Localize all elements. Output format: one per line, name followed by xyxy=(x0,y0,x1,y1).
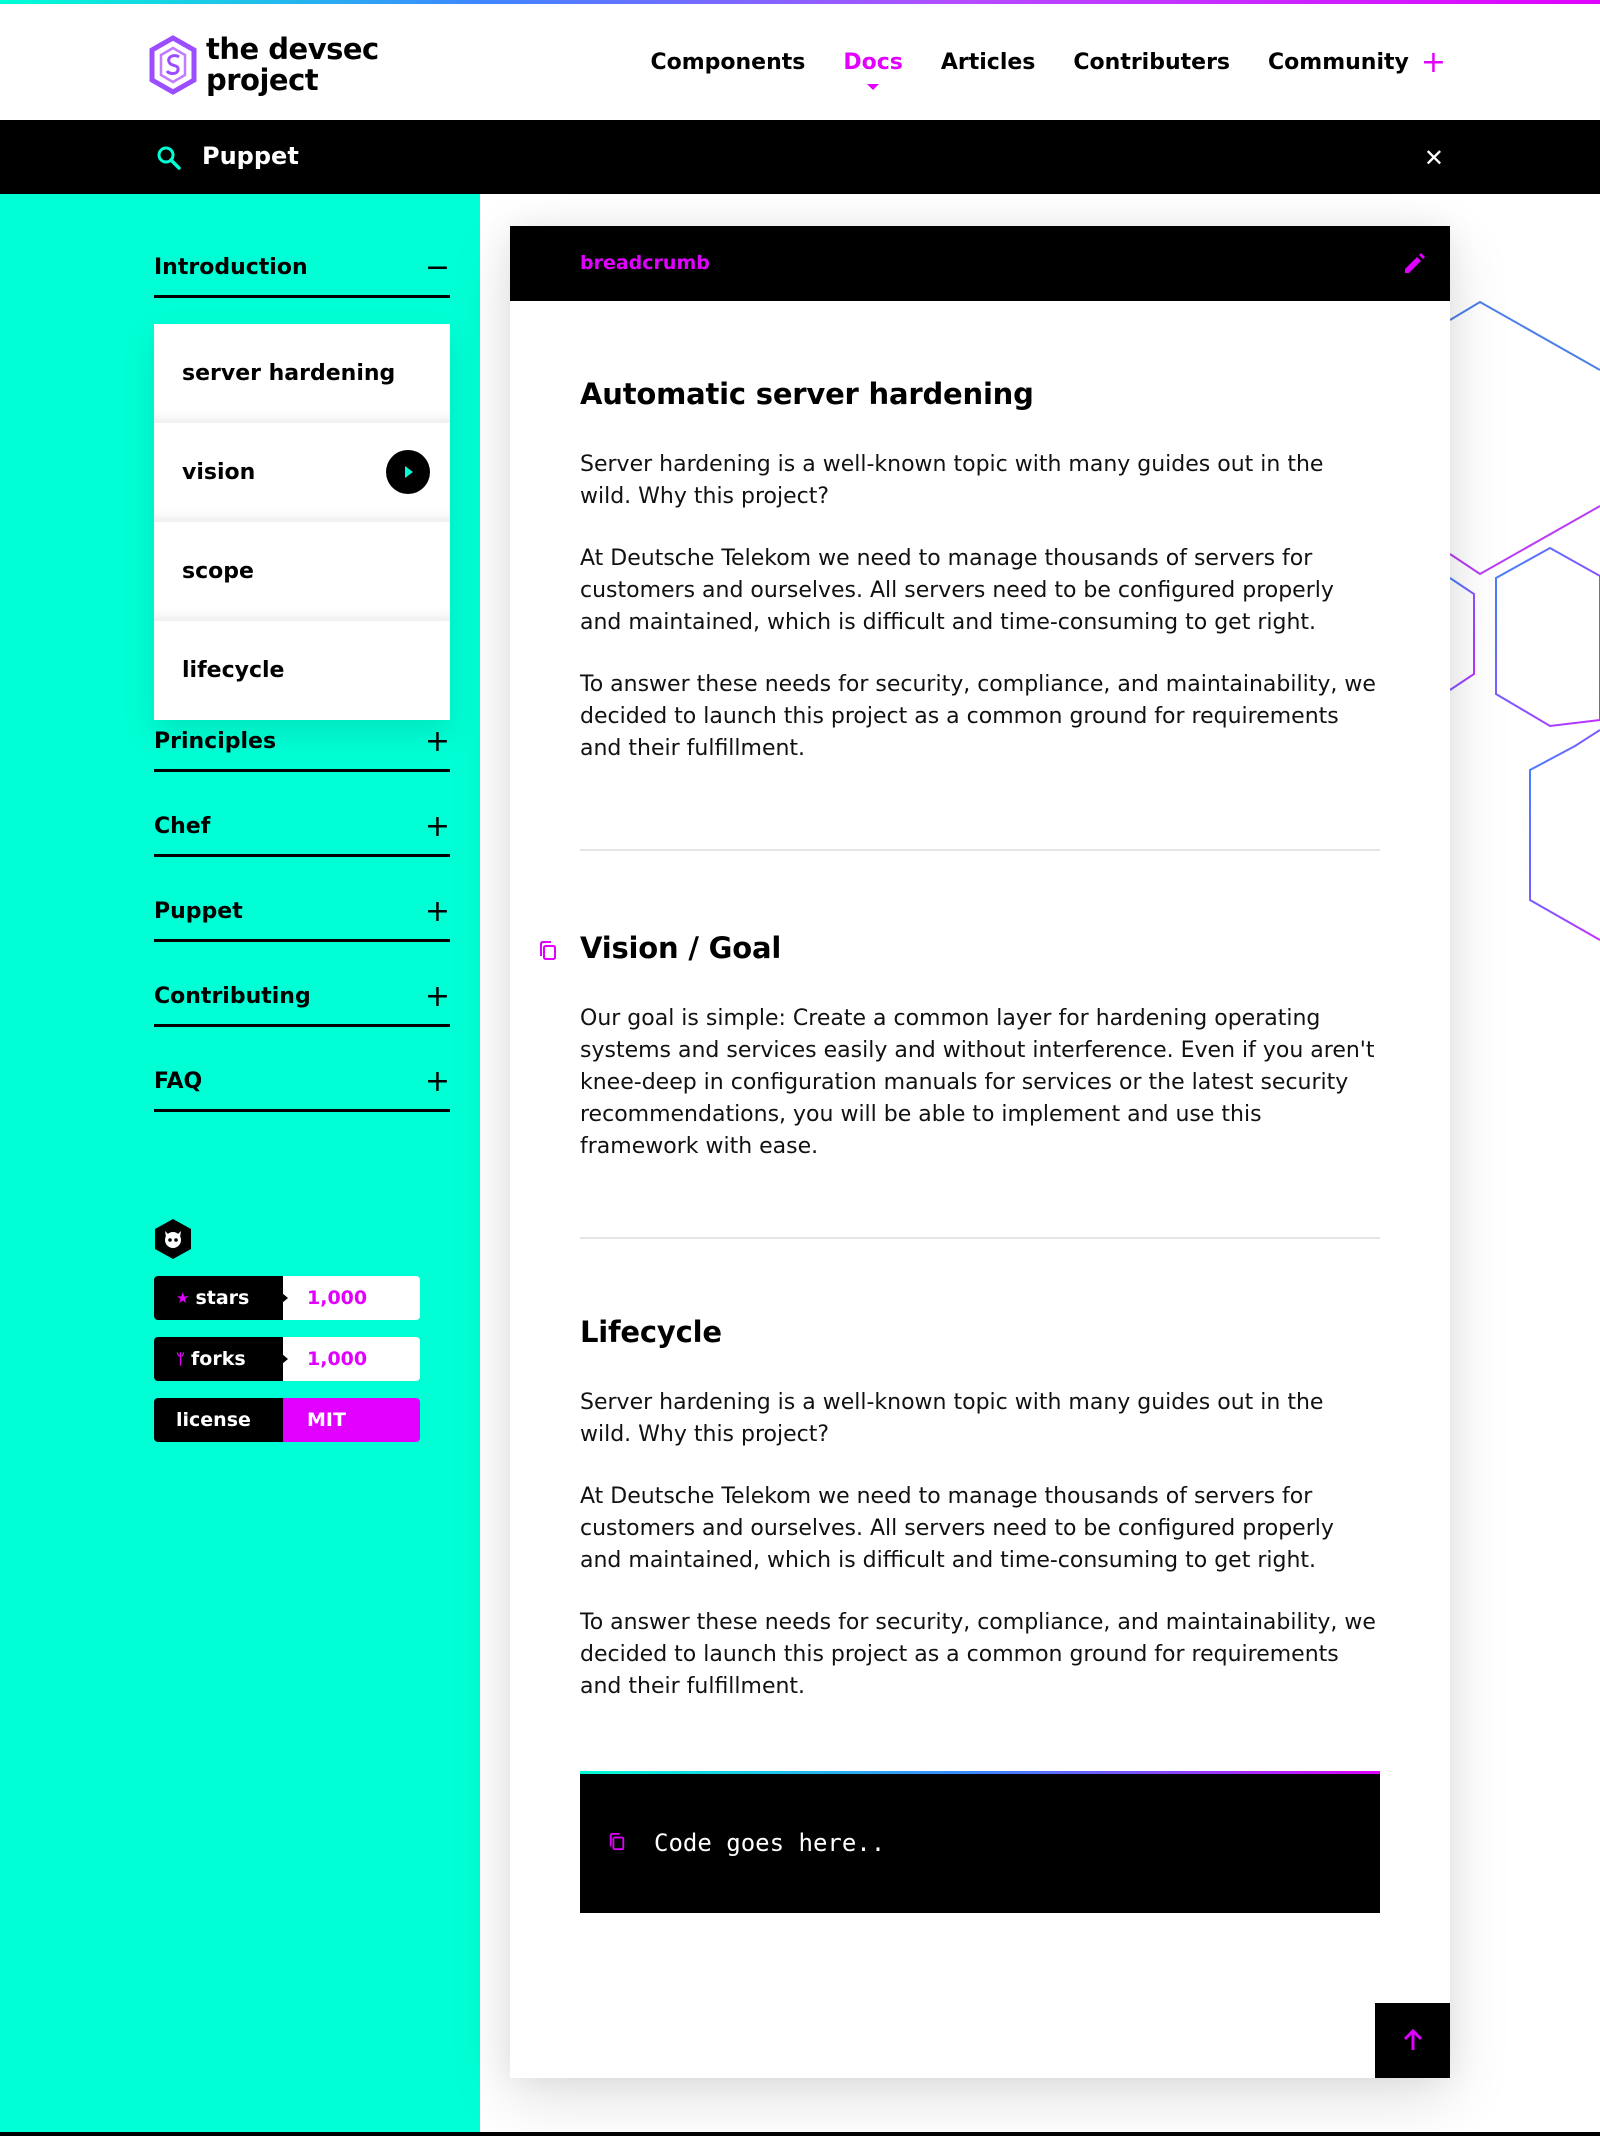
paragraph: At Deutsche Telekom we need to manage th… xyxy=(580,546,1334,635)
logo-text: the devsec project xyxy=(206,34,379,96)
license-badge[interactable]: license MIT xyxy=(154,1398,420,1442)
badge-label: license xyxy=(154,1398,283,1442)
nav-docs[interactable]: Docs xyxy=(843,50,903,90)
plus-icon: + xyxy=(424,978,450,1014)
sidebar-section-contributing[interactable]: Contributing + xyxy=(154,969,450,1027)
logo-line-2: project xyxy=(206,63,319,97)
sidebar-section-chef[interactable]: Chef + xyxy=(154,799,450,857)
subnav-label: vision xyxy=(182,459,256,485)
paragraph: At Deutsche Telekom we need to manage th… xyxy=(580,1484,1334,1573)
paragraph: Server hardening is a well-known topic w… xyxy=(580,1390,1324,1447)
subnav-label: lifecycle xyxy=(182,658,285,683)
hexagon-logo-icon xyxy=(149,35,197,95)
scroll-to-top-button[interactable] xyxy=(1375,2003,1450,2078)
section-title: Automatic server hardening xyxy=(580,377,1034,411)
breadcrumb[interactable]: breadcrumb xyxy=(580,252,710,274)
star-icon: ★ xyxy=(176,1289,190,1307)
section-automatic-server-hardening: Automatic server hardening xyxy=(580,377,1380,411)
sidebar-section-introduction[interactable]: Introduction − xyxy=(154,240,450,298)
plus-icon: + xyxy=(424,1063,450,1099)
forks-badge[interactable]: ᛘ forks 1,000 xyxy=(154,1337,420,1381)
code-block[interactable]: Code goes here.. xyxy=(580,1771,1380,1913)
plus-icon: + xyxy=(424,893,450,929)
nav-components[interactable]: Components xyxy=(650,50,805,75)
sidebar-section-faq[interactable]: FAQ + xyxy=(154,1054,450,1112)
copy-code-icon[interactable] xyxy=(608,1832,626,1852)
subnav-item-lifecycle[interactable]: lifecycle xyxy=(154,621,450,720)
badge-label-text: license xyxy=(176,1409,251,1431)
copy-link-icon[interactable] xyxy=(538,940,558,962)
close-icon[interactable]: ✕ xyxy=(1424,144,1444,172)
subnav-item-server-hardening[interactable]: server hardening xyxy=(154,324,450,423)
community-plus-icon[interactable]: + xyxy=(1421,47,1446,77)
hexagon-pattern-decoration xyxy=(1449,300,1600,941)
search-bar: Puppet ✕ xyxy=(0,120,1600,194)
section-label: FAQ xyxy=(154,1069,203,1094)
nav-community[interactable]: Community xyxy=(1268,50,1409,75)
logo-line-1: the devsec xyxy=(206,32,379,66)
sidebar-section-puppet[interactable]: Puppet + xyxy=(154,884,450,942)
github-icon[interactable] xyxy=(154,1218,192,1260)
section-label: Chef xyxy=(154,814,211,839)
docs-sidebar: Introduction − server hardening vision s… xyxy=(0,194,480,2136)
section-label: Contributing xyxy=(154,984,311,1009)
badge-value: 1,000 xyxy=(282,1337,420,1381)
minus-icon: − xyxy=(424,249,450,285)
badge-label-text: forks xyxy=(191,1348,246,1370)
paragraph: To answer these needs for security, comp… xyxy=(580,672,1376,761)
badge-label: ᛘ forks xyxy=(154,1337,283,1381)
subnav-item-scope[interactable]: scope xyxy=(154,522,450,621)
article-content: Automatic server hardening Server harden… xyxy=(510,301,1450,1913)
section-lifecycle: Lifecycle xyxy=(580,1315,1380,1349)
nav-contributers[interactable]: Contributers xyxy=(1073,50,1230,75)
subnav-label: server hardening xyxy=(182,360,396,386)
card-header: breadcrumb xyxy=(510,226,1450,301)
plus-icon: + xyxy=(424,808,450,844)
section-label: Principles xyxy=(154,729,277,754)
badge-label-text: stars xyxy=(195,1287,250,1309)
stars-badge[interactable]: ★ stars 1,000 xyxy=(154,1276,420,1320)
site-logo[interactable]: the devsec project xyxy=(148,34,379,96)
code-text: Code goes here.. xyxy=(654,1829,886,1857)
introduction-subnav: server hardening vision scope lifecycle xyxy=(154,324,450,720)
nav-articles[interactable]: Articles xyxy=(941,50,1036,75)
section-vision-goal: Vision / Goal xyxy=(540,931,1380,965)
badge-value: 1,000 xyxy=(282,1276,420,1320)
docs-content-card: breadcrumb Automatic server hardening Se… xyxy=(510,226,1450,2078)
site-header: the devsec project Components Docs Artic… xyxy=(0,4,1600,120)
main-nav: Components Docs Articles Contributers Co… xyxy=(612,47,1446,90)
paragraph: To answer these needs for security, comp… xyxy=(580,1610,1376,1699)
search-input[interactable]: Puppet xyxy=(202,142,299,170)
fork-icon: ᛘ xyxy=(176,1350,186,1368)
plus-icon: + xyxy=(424,723,450,759)
subnav-item-vision[interactable]: vision xyxy=(154,423,450,522)
bottom-border xyxy=(0,2132,1600,2136)
arrow-up-icon xyxy=(1403,2028,1423,2050)
badge-label: ★ stars xyxy=(154,1276,283,1320)
section-label: Introduction xyxy=(154,255,308,280)
arrow-right-icon xyxy=(386,450,430,494)
paragraph: Server hardening is a well-known topic w… xyxy=(580,452,1324,509)
badge-value: MIT xyxy=(283,1398,420,1442)
section-title: Vision / Goal xyxy=(580,931,782,965)
section-title: Lifecycle xyxy=(580,1315,722,1349)
paragraph: Our goal is simple: Create a common laye… xyxy=(580,1006,1375,1159)
sidebar-section-principles[interactable]: Principles + xyxy=(154,714,450,772)
section-label: Puppet xyxy=(154,899,243,924)
pencil-edit-icon[interactable] xyxy=(1402,250,1428,276)
search-icon xyxy=(157,146,181,170)
subnav-label: scope xyxy=(182,558,254,584)
